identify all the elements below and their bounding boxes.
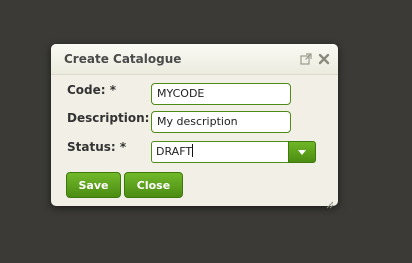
popout-icon[interactable] (299, 51, 313, 65)
description-field[interactable] (151, 111, 291, 133)
save-button[interactable]: Save (66, 172, 121, 198)
dialog-titlebar[interactable]: Create Catalogue (51, 44, 338, 75)
close-button[interactable]: Close (124, 172, 183, 198)
description-label: Description: * (67, 111, 160, 125)
status-value: DRAFT (156, 145, 193, 158)
close-icon[interactable] (317, 51, 331, 65)
status-label: Status: * (67, 140, 127, 154)
chevron-down-icon (298, 150, 306, 155)
resize-grip-icon[interactable] (326, 194, 334, 209)
dialog-title: Create Catalogue (64, 52, 182, 66)
code-field[interactable] (151, 83, 291, 105)
status-select[interactable]: DRAFT (151, 141, 291, 163)
create-catalogue-dialog: Create Catalogue Code: * Description: * … (51, 44, 338, 209)
status-dropdown-button[interactable] (288, 141, 316, 163)
text-cursor (192, 144, 194, 157)
code-label: Code: * (67, 83, 117, 97)
